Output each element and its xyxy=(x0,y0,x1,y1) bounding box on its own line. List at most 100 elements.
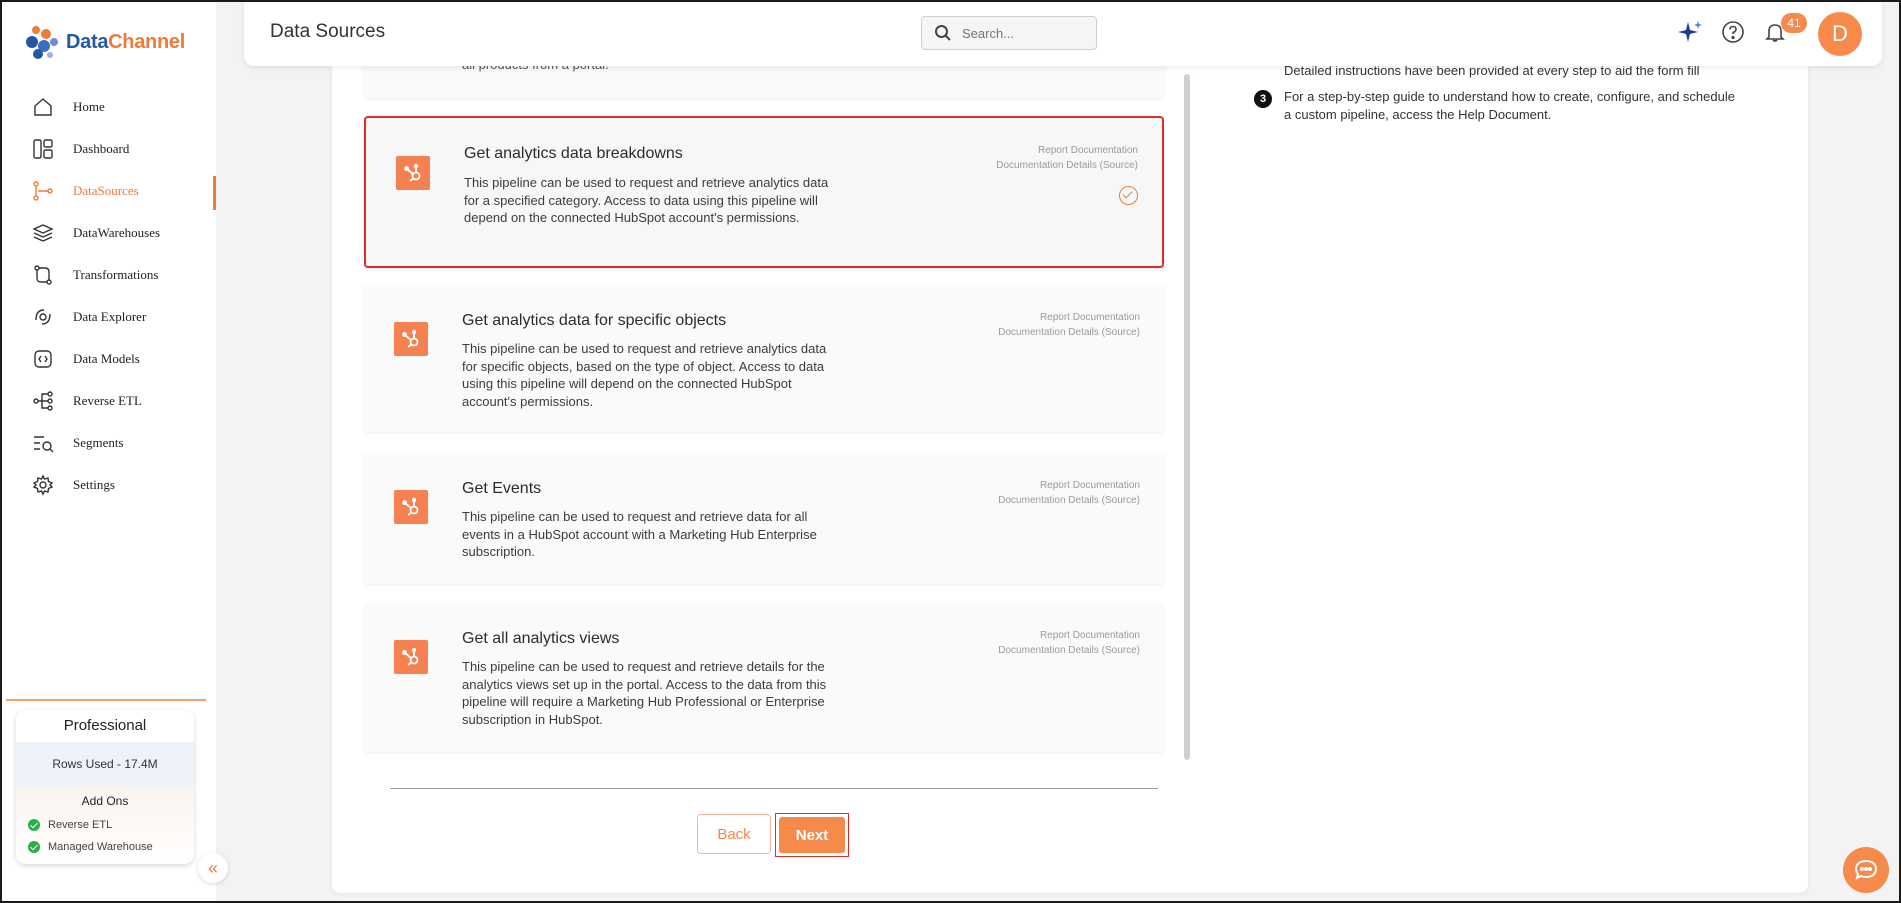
sidebar-divider xyxy=(6,699,206,701)
addons-section: Add Ons Reverse ETL Managed Warehouse xyxy=(16,786,194,864)
report-documentation-link[interactable]: Report Documentation xyxy=(998,628,1140,643)
hubspot-icon xyxy=(394,640,428,674)
sidebar-item-datasources[interactable]: DataSources xyxy=(0,170,216,212)
pipeline-card[interactable]: Get Events This pipeline can be used to … xyxy=(364,454,1164,584)
step-number: 3 xyxy=(1254,90,1272,108)
documentation-details-link[interactable]: Documentation Details (Source) xyxy=(998,325,1140,340)
data-models-icon xyxy=(32,348,54,370)
app-logo[interactable]: DataChannel xyxy=(24,22,185,62)
pipeline-description: This pipeline can be used to request and… xyxy=(462,659,827,727)
report-documentation-link[interactable]: Report Documentation xyxy=(998,478,1140,493)
sidebar-item-label: Settings xyxy=(73,477,115,492)
addon-item: Managed Warehouse xyxy=(16,836,194,858)
pipeline-description: This pipeline can be used to request and… xyxy=(462,341,827,409)
pipeline-links: Report Documentation Documentation Detai… xyxy=(996,143,1138,173)
sidebar-item-dashboard[interactable]: Dashboard xyxy=(0,128,216,170)
sidebar-item-label: Reverse ETL xyxy=(73,393,142,408)
sidebar-item-settings[interactable]: Settings xyxy=(0,464,216,506)
hubspot-icon xyxy=(394,490,428,524)
hubspot-icon xyxy=(394,322,428,356)
hubspot-icon xyxy=(396,156,430,190)
sidebar-item-transformations[interactable]: Transformations xyxy=(0,254,216,296)
pipeline-card-selected[interactable]: Get analytics data breakdowns This pipel… xyxy=(364,116,1164,268)
sidebar-nav: Home Dashboard DataSources DataWarehouse… xyxy=(0,86,216,506)
pipeline-list[interactable]: all products from a portal. Get analytic… xyxy=(332,30,1192,893)
pipeline-description: This pipeline can be used to request and… xyxy=(464,175,829,225)
sidebar-item-datawarehouses[interactable]: DataWarehouses xyxy=(0,212,216,254)
notification-badge: 41 xyxy=(1781,13,1807,33)
search-box[interactable] xyxy=(921,16,1097,50)
sidebar-item-label: Data Explorer xyxy=(73,309,147,324)
explorer-icon xyxy=(32,306,54,328)
chat-button[interactable] xyxy=(1843,847,1889,893)
documentation-details-link[interactable]: Documentation Details (Source) xyxy=(996,158,1138,173)
search-icon xyxy=(935,25,951,41)
sidebar-item-label: Transformations xyxy=(73,267,159,282)
addons-title: Add Ons xyxy=(81,794,129,808)
gear-icon xyxy=(32,474,54,496)
footer-divider xyxy=(390,788,1158,789)
documentation-details-link[interactable]: Documentation Details (Source) xyxy=(998,643,1140,658)
report-documentation-link[interactable]: Report Documentation xyxy=(998,310,1140,325)
back-button[interactable]: Back xyxy=(697,814,771,854)
sidebar-item-label: DataWarehouses xyxy=(73,225,161,240)
segments-icon xyxy=(32,432,54,454)
addon-item: Reverse ETL xyxy=(16,814,194,836)
pipeline-links: Report Documentation Documentation Detai… xyxy=(998,478,1140,508)
help-button[interactable] xyxy=(1719,18,1747,46)
sidebar-item-data-models[interactable]: Data Models xyxy=(0,338,216,380)
ai-sparkle-button[interactable] xyxy=(1676,18,1704,46)
sidebar-item-data-explorer[interactable]: Data Explorer xyxy=(0,296,216,338)
sidebar-item-label: DataSources xyxy=(73,183,139,198)
pipeline-title: Get all analytics views xyxy=(462,630,620,647)
top-header: Data Sources 41 D xyxy=(244,0,1882,66)
app-name: DataChannel xyxy=(66,30,185,53)
datachannel-logo-icon xyxy=(26,26,58,59)
reverse-etl-icon xyxy=(32,390,54,412)
next-button-highlight: Next xyxy=(775,813,849,857)
pipeline-links: Report Documentation Documentation Detai… xyxy=(998,628,1140,658)
plan-card: Professional Rows Used - 17.4M Add Ons R… xyxy=(16,710,194,864)
pipeline-title: Get analytics data breakdowns xyxy=(464,145,683,162)
sidebar-item-home[interactable]: Home xyxy=(0,86,216,128)
main-panel: all products from a portal. Get analytic… xyxy=(332,30,1808,893)
layers-icon xyxy=(32,222,54,244)
list-scrollbar[interactable] xyxy=(1184,74,1190,760)
rows-used: Rows Used - 17.4M xyxy=(16,742,194,786)
home-icon xyxy=(32,96,54,118)
collapse-sidebar-button[interactable]: « xyxy=(198,853,228,883)
pipeline-card[interactable]: Get all analytics views This pipeline ca… xyxy=(364,604,1164,752)
documentation-details-link[interactable]: Documentation Details (Source) xyxy=(998,493,1140,508)
report-documentation-link[interactable]: Report Documentation xyxy=(996,143,1138,158)
sidebar: DataChannel Home Dashboard DataSources D… xyxy=(0,0,228,903)
next-button[interactable]: Next xyxy=(779,817,845,853)
double-chevron-left-icon: « xyxy=(207,857,218,878)
page-title: Data Sources xyxy=(270,21,386,42)
plan-title: Professional xyxy=(63,717,147,734)
sidebar-item-reverse-etl[interactable]: Reverse ETL xyxy=(0,380,216,422)
check-circle-icon xyxy=(28,841,40,853)
sparkle-icon xyxy=(1678,21,1702,42)
search-input[interactable] xyxy=(962,25,1082,41)
selected-check-icon xyxy=(1119,186,1138,205)
pipeline-description: This pipeline can be used to request and… xyxy=(462,509,817,559)
sidebar-item-segments[interactable]: Segments xyxy=(0,422,216,464)
pipeline-title: Get Events xyxy=(462,480,542,497)
datasources-icon xyxy=(32,180,54,202)
avatar[interactable]: D xyxy=(1818,12,1862,56)
dashboard-icon xyxy=(32,138,54,160)
transformations-icon xyxy=(32,264,54,286)
chat-icon xyxy=(1854,859,1878,880)
pipeline-card[interactable]: Get analytics data for specific objects … xyxy=(364,286,1164,432)
step-text: For a step-by-step guide to understand h… xyxy=(1284,89,1735,122)
sidebar-item-label: Data Models xyxy=(73,351,140,366)
sidebar-item-label: Segments xyxy=(73,435,124,450)
check-circle-icon xyxy=(28,819,40,831)
help-icon xyxy=(1722,21,1744,43)
sidebar-item-label: Home xyxy=(73,99,105,114)
addon-label: Reverse ETL xyxy=(48,819,113,831)
pipeline-title: Get analytics data for specific objects xyxy=(462,312,727,329)
addon-label: Managed Warehouse xyxy=(48,841,153,853)
sidebar-item-label: Dashboard xyxy=(73,141,130,156)
pipeline-links: Report Documentation Documentation Detai… xyxy=(998,310,1140,340)
